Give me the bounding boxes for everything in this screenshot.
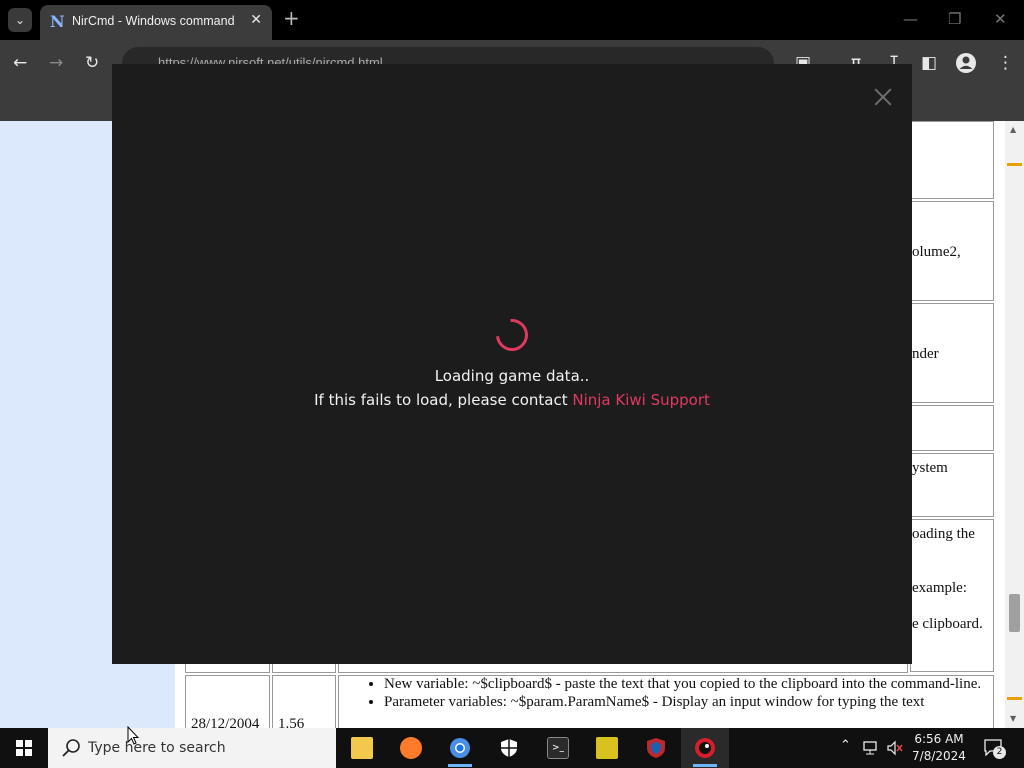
window-restore-button[interactable]: ❐ bbox=[948, 10, 961, 28]
windows-taskbar: Type here to search >_ ⌃ 6:56 AM 7/8/202… bbox=[0, 728, 1024, 768]
page-text-fragment: nder bbox=[912, 346, 939, 362]
row-version: 1.56 bbox=[278, 716, 305, 728]
page-text-fragment: ystem bbox=[912, 460, 948, 476]
tray-overflow-chevron-icon[interactable]: ⌃ bbox=[840, 738, 851, 768]
nirsoft-favicon-icon: N bbox=[50, 12, 65, 31]
clock-date: 7/8/2024 bbox=[912, 749, 966, 763]
file-explorer-icon bbox=[351, 737, 373, 759]
taskbar-app-firefox[interactable] bbox=[387, 728, 435, 768]
start-button[interactable] bbox=[0, 728, 48, 768]
contact-line: If this fails to load, please contact Ni… bbox=[112, 388, 912, 412]
window-close-button[interactable]: ✕ bbox=[994, 10, 1007, 28]
back-button[interactable]: ← bbox=[13, 53, 27, 73]
mouse-cursor-icon bbox=[127, 726, 139, 745]
contact-prefix: If this fails to load, please contact bbox=[314, 391, 573, 409]
notification-center-button[interactable]: 2 bbox=[983, 738, 1006, 759]
search-icon bbox=[62, 739, 80, 757]
menu-kebab-icon[interactable]: ⋮ bbox=[997, 53, 1014, 73]
window-minimize-button[interactable]: — bbox=[903, 10, 918, 28]
list-item: Parameter variables: ~$param.ParamName$ … bbox=[384, 694, 992, 711]
file-manager-icon bbox=[596, 737, 618, 759]
find-marker bbox=[1007, 697, 1022, 700]
table-cell bbox=[910, 121, 994, 199]
page-text-fragment: example: bbox=[912, 580, 967, 596]
modal-close-icon[interactable] bbox=[874, 88, 892, 106]
taskbar-app-windows-security[interactable] bbox=[485, 728, 533, 768]
taskbar-app-file-explorer[interactable] bbox=[338, 728, 386, 768]
find-marker bbox=[1007, 163, 1022, 166]
page-text-fragment: e clipboard. bbox=[912, 616, 983, 632]
taskbar-app-chrome[interactable] bbox=[436, 728, 484, 768]
windows-security-icon bbox=[501, 739, 517, 757]
search-placeholder: Type here to search bbox=[88, 740, 226, 756]
forward-button[interactable]: → bbox=[49, 53, 63, 73]
game-loading-modal: Loading game data.. If this fails to loa… bbox=[112, 64, 912, 664]
taskbar-app-bloons[interactable] bbox=[681, 728, 729, 768]
tab-close-icon[interactable]: ✕ bbox=[250, 12, 262, 28]
tab-title: NirCmd - Windows command bbox=[72, 14, 235, 28]
row-date: 28/12/2004 bbox=[191, 716, 260, 728]
chevron-down-icon: ⌄ bbox=[14, 13, 26, 27]
loading-message: Loading game data.. If this fails to loa… bbox=[112, 364, 912, 412]
side-panel-icon[interactable]: ◧ bbox=[921, 53, 937, 73]
firefox-icon bbox=[400, 737, 422, 759]
page-text-fragment: olume2, bbox=[912, 244, 961, 260]
loading-line: Loading game data.. bbox=[434, 367, 590, 385]
support-link[interactable]: Ninja Kiwi Support bbox=[572, 391, 710, 409]
taskbar-app-shield[interactable] bbox=[632, 728, 680, 768]
scroll-down-icon[interactable]: ▼ bbox=[1010, 714, 1016, 723]
chrome-icon bbox=[450, 738, 470, 758]
scroll-thumb[interactable] bbox=[1009, 594, 1020, 632]
new-tab-button[interactable]: + bbox=[283, 8, 300, 28]
browser-tab-active[interactable]: N NirCmd - Windows command ✕ bbox=[40, 5, 272, 40]
notification-count-badge: 2 bbox=[993, 746, 1006, 759]
taskbar-app-terminal[interactable]: >_ bbox=[534, 728, 582, 768]
bloons-game-icon bbox=[695, 738, 715, 758]
clock-time: 6:56 AM bbox=[914, 732, 964, 746]
profile-avatar-icon[interactable] bbox=[955, 52, 977, 74]
reload-button[interactable]: ↻ bbox=[85, 53, 99, 73]
list-item: New variable: ~$clipboard$ - paste the t… bbox=[384, 676, 992, 693]
taskbar-app-file-manager[interactable] bbox=[583, 728, 631, 768]
table-cell bbox=[910, 405, 994, 451]
tab-search-button[interactable]: ⌄ bbox=[8, 8, 32, 32]
loading-spinner-icon bbox=[489, 312, 535, 358]
changelog-bullets: New variable: ~$clipboard$ - paste the t… bbox=[338, 676, 992, 712]
page-text-fragment: oading the bbox=[912, 526, 975, 542]
terminal-icon: >_ bbox=[547, 737, 569, 759]
windows-logo-icon bbox=[16, 740, 32, 756]
browser-tabstrip: ⌄ N NirCmd - Windows command ✕ + — ❐ ✕ bbox=[0, 0, 1024, 40]
screen: ⌄ N NirCmd - Windows command ✕ + — ❐ ✕ ←… bbox=[0, 0, 1024, 768]
scroll-up-icon[interactable]: ▲ bbox=[1010, 125, 1016, 134]
page-scrollbar[interactable]: ▲ ▼ bbox=[1005, 121, 1024, 728]
taskbar-search-box[interactable]: Type here to search bbox=[48, 728, 336, 768]
taskbar-clock[interactable]: 6:56 AM 7/8/2024 bbox=[900, 731, 978, 765]
shield-app-icon bbox=[647, 738, 665, 758]
network-icon[interactable] bbox=[862, 740, 880, 756]
